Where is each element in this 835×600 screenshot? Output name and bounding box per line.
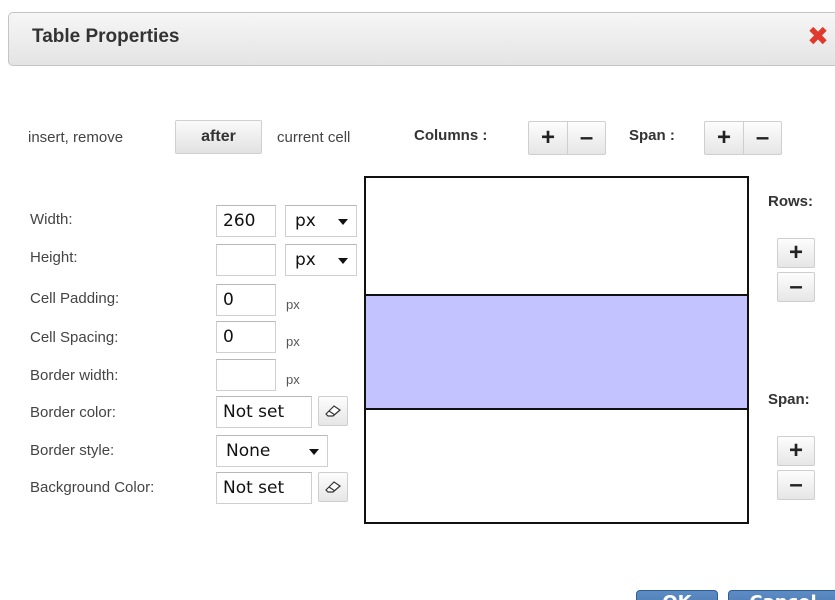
column-span-decrease-button[interactable]: – xyxy=(743,122,781,154)
height-unit-value: px xyxy=(295,250,316,270)
cancel-button[interactable]: Cancel xyxy=(728,590,835,600)
clear-background-color-button[interactable] xyxy=(318,472,348,502)
cell-padding-unit: px xyxy=(286,297,300,312)
height-input[interactable] xyxy=(216,244,276,276)
selected-row-highlight xyxy=(366,294,747,410)
close-icon[interactable]: ✖ xyxy=(806,23,830,49)
height-unit-select[interactable]: px xyxy=(285,244,357,276)
border-style-label: Border style: xyxy=(30,442,115,459)
eraser-icon xyxy=(325,405,341,417)
eraser-icon xyxy=(325,481,341,493)
cell-spacing-label: Cell Spacing: xyxy=(30,329,119,346)
border-color-label: Border color: xyxy=(30,404,116,421)
table-preview xyxy=(364,176,749,524)
border-width-unit: px xyxy=(286,372,300,387)
rows-add-button[interactable]: + xyxy=(777,238,815,268)
border-color-field[interactable]: Not set xyxy=(216,396,312,428)
row-span-increase-button[interactable]: + xyxy=(777,436,815,466)
column-span-increase-button[interactable]: + xyxy=(705,122,743,154)
background-color-field[interactable]: Not set xyxy=(216,472,312,504)
width-unit-value: px xyxy=(295,211,316,231)
background-color-label: Background Color: xyxy=(30,479,155,496)
chevron-down-icon xyxy=(338,258,348,264)
row-span-decrease-button[interactable]: – xyxy=(777,470,815,500)
columns-remove-button[interactable]: – xyxy=(567,122,605,154)
insert-position-button[interactable]: after xyxy=(175,120,262,154)
width-unit-select[interactable]: px xyxy=(285,205,357,237)
clear-border-color-button[interactable] xyxy=(318,396,348,426)
width-label: Width: xyxy=(30,211,73,228)
border-width-label: Border width: xyxy=(30,367,119,384)
cell-spacing-unit: px xyxy=(286,334,300,349)
current-cell-label: current cell xyxy=(277,129,351,146)
width-input[interactable]: 260 xyxy=(216,205,276,237)
cell-spacing-input[interactable]: 0 xyxy=(216,321,276,353)
cell-padding-input[interactable]: 0 xyxy=(216,284,276,316)
chevron-down-icon xyxy=(338,219,348,225)
dialog-title: Table Properties xyxy=(32,26,180,47)
ok-button[interactable]: OK xyxy=(636,590,718,600)
rows-remove-button[interactable]: – xyxy=(777,272,815,302)
column-span-label: Span : xyxy=(629,127,675,144)
columns-label: Columns : xyxy=(414,127,488,144)
rows-label: Rows: xyxy=(768,193,813,210)
border-style-value: None xyxy=(226,441,271,461)
height-label: Height: xyxy=(30,249,78,266)
chevron-down-icon xyxy=(309,449,319,455)
border-width-input[interactable] xyxy=(216,359,276,391)
border-style-select[interactable]: None xyxy=(216,435,328,467)
row-span-label: Span: xyxy=(768,391,810,408)
column-span-stepper: + – xyxy=(704,121,782,155)
columns-add-button[interactable]: + xyxy=(529,122,567,154)
cell-padding-label: Cell Padding: xyxy=(30,290,120,307)
insert-remove-label: insert, remove xyxy=(28,129,124,146)
columns-stepper: + – xyxy=(528,121,606,155)
